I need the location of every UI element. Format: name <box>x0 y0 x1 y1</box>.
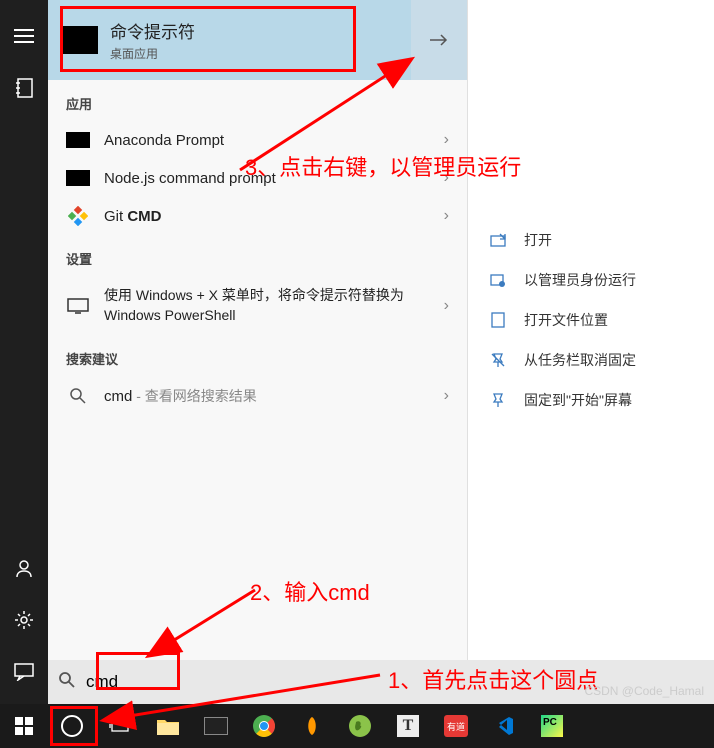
context-label: 从任务栏取消固定 <box>524 350 636 370</box>
result-label: Anaconda Prompt <box>104 132 438 149</box>
apps-section-label: 应用 <box>48 80 467 121</box>
context-label: 打开 <box>524 230 552 250</box>
taskbar-explorer[interactable] <box>144 704 192 748</box>
app-icon <box>347 713 373 739</box>
unpin-icon <box>488 350 508 370</box>
terminal-icon <box>66 170 90 186</box>
menu-icon[interactable] <box>12 24 36 48</box>
taskbar-vscode[interactable] <box>480 704 528 748</box>
result-label: 使用 Windows + X 菜单时，将命令提示符替换为 Windows Pow… <box>104 286 438 325</box>
user-icon[interactable] <box>12 556 36 580</box>
taskbar-cmd[interactable] <box>192 704 240 748</box>
terminal-icon <box>66 132 90 148</box>
open-icon <box>488 230 508 250</box>
folder-icon <box>155 713 181 739</box>
taskbar: T 有道 PC <box>0 704 714 748</box>
context-unpin-taskbar[interactable]: 从任务栏取消固定 <box>468 340 714 380</box>
settings-result[interactable]: 使用 Windows + X 菜单时，将命令提示符替换为 Windows Pow… <box>48 276 467 335</box>
chevron-right-icon: › <box>444 297 449 315</box>
result-label: Git CMD <box>104 208 438 225</box>
monitor-icon <box>66 297 90 315</box>
taskbar-app1[interactable] <box>288 704 336 748</box>
watermark: CSDN @Code_Hamal <box>584 684 704 698</box>
best-match-result[interactable]: 命令提示符 桌面应用 <box>48 0 467 80</box>
arrow-right-icon <box>428 32 450 48</box>
context-label: 以管理员身份运行 <box>524 270 636 290</box>
context-label: 打开文件位置 <box>524 310 608 330</box>
search-icon <box>66 387 90 405</box>
chevron-right-icon: › <box>444 207 449 225</box>
notebook-icon[interactable] <box>12 76 36 100</box>
pycharm-icon: PC <box>539 713 565 739</box>
chevron-right-icon: › <box>444 131 449 149</box>
vscode-icon <box>491 713 517 739</box>
taskbar-app2[interactable] <box>336 704 384 748</box>
folder-icon <box>488 310 508 330</box>
pin-icon <box>488 390 508 410</box>
app-result-anaconda[interactable]: Anaconda Prompt › <box>48 121 467 159</box>
web-suggestion[interactable]: cmd - 查看网络搜索结果 › <box>48 376 467 416</box>
windows-icon <box>15 717 33 735</box>
text-icon: T <box>395 713 421 739</box>
context-label: 固定到"开始"屏幕 <box>524 390 632 410</box>
result-label: cmd - 查看网络搜索结果 <box>104 386 438 406</box>
settings-section-label: 设置 <box>48 235 467 276</box>
terminal-icon <box>203 713 229 739</box>
search-input[interactable] <box>86 672 286 692</box>
taskbar-pycharm[interactable]: PC <box>528 704 576 748</box>
feedback-icon[interactable] <box>12 660 36 684</box>
context-run-admin[interactable]: 以管理员身份运行 <box>468 260 714 300</box>
youdao-icon: 有道 <box>443 713 469 739</box>
app-icon <box>299 713 325 739</box>
context-pin-start[interactable]: 固定到"开始"屏幕 <box>468 380 714 420</box>
cmd-icon <box>62 26 98 54</box>
task-view-icon <box>109 718 131 734</box>
task-view-button[interactable] <box>96 704 144 748</box>
best-match-subtitle: 桌面应用 <box>110 45 453 62</box>
context-actions-panel: 打开 以管理员身份运行 打开文件位置 从任务栏取消固定 固定到"开始"屏幕 <box>468 0 714 660</box>
taskbar-youdao[interactable]: 有道 <box>432 704 480 748</box>
app-result-nodejs[interactable]: Node.js command prompt › <box>48 159 467 197</box>
chevron-right-icon: › <box>444 169 449 187</box>
cortana-icon <box>61 715 83 737</box>
suggestions-section-label: 搜索建议 <box>48 335 467 376</box>
result-label: Node.js command prompt <box>104 170 438 187</box>
chrome-icon <box>251 713 277 739</box>
search-results-panel: 命令提示符 桌面应用 应用 Anaconda Prompt › Node.js … <box>48 0 468 660</box>
git-icon <box>66 207 90 225</box>
context-open[interactable]: 打开 <box>468 220 714 260</box>
start-menu-rail <box>0 0 48 748</box>
taskbar-app3[interactable]: T <box>384 704 432 748</box>
cortana-button[interactable] <box>48 704 96 748</box>
search-icon <box>58 671 76 694</box>
admin-icon <box>488 270 508 290</box>
gear-icon[interactable] <box>12 608 36 632</box>
app-result-git[interactable]: Git CMD › <box>48 197 467 235</box>
taskbar-chrome[interactable] <box>240 704 288 748</box>
start-button[interactable] <box>0 704 48 748</box>
context-open-location[interactable]: 打开文件位置 <box>468 300 714 340</box>
best-match-title: 命令提示符 <box>110 18 453 43</box>
expand-arrow-button[interactable] <box>411 0 467 80</box>
chevron-right-icon: › <box>444 387 449 405</box>
